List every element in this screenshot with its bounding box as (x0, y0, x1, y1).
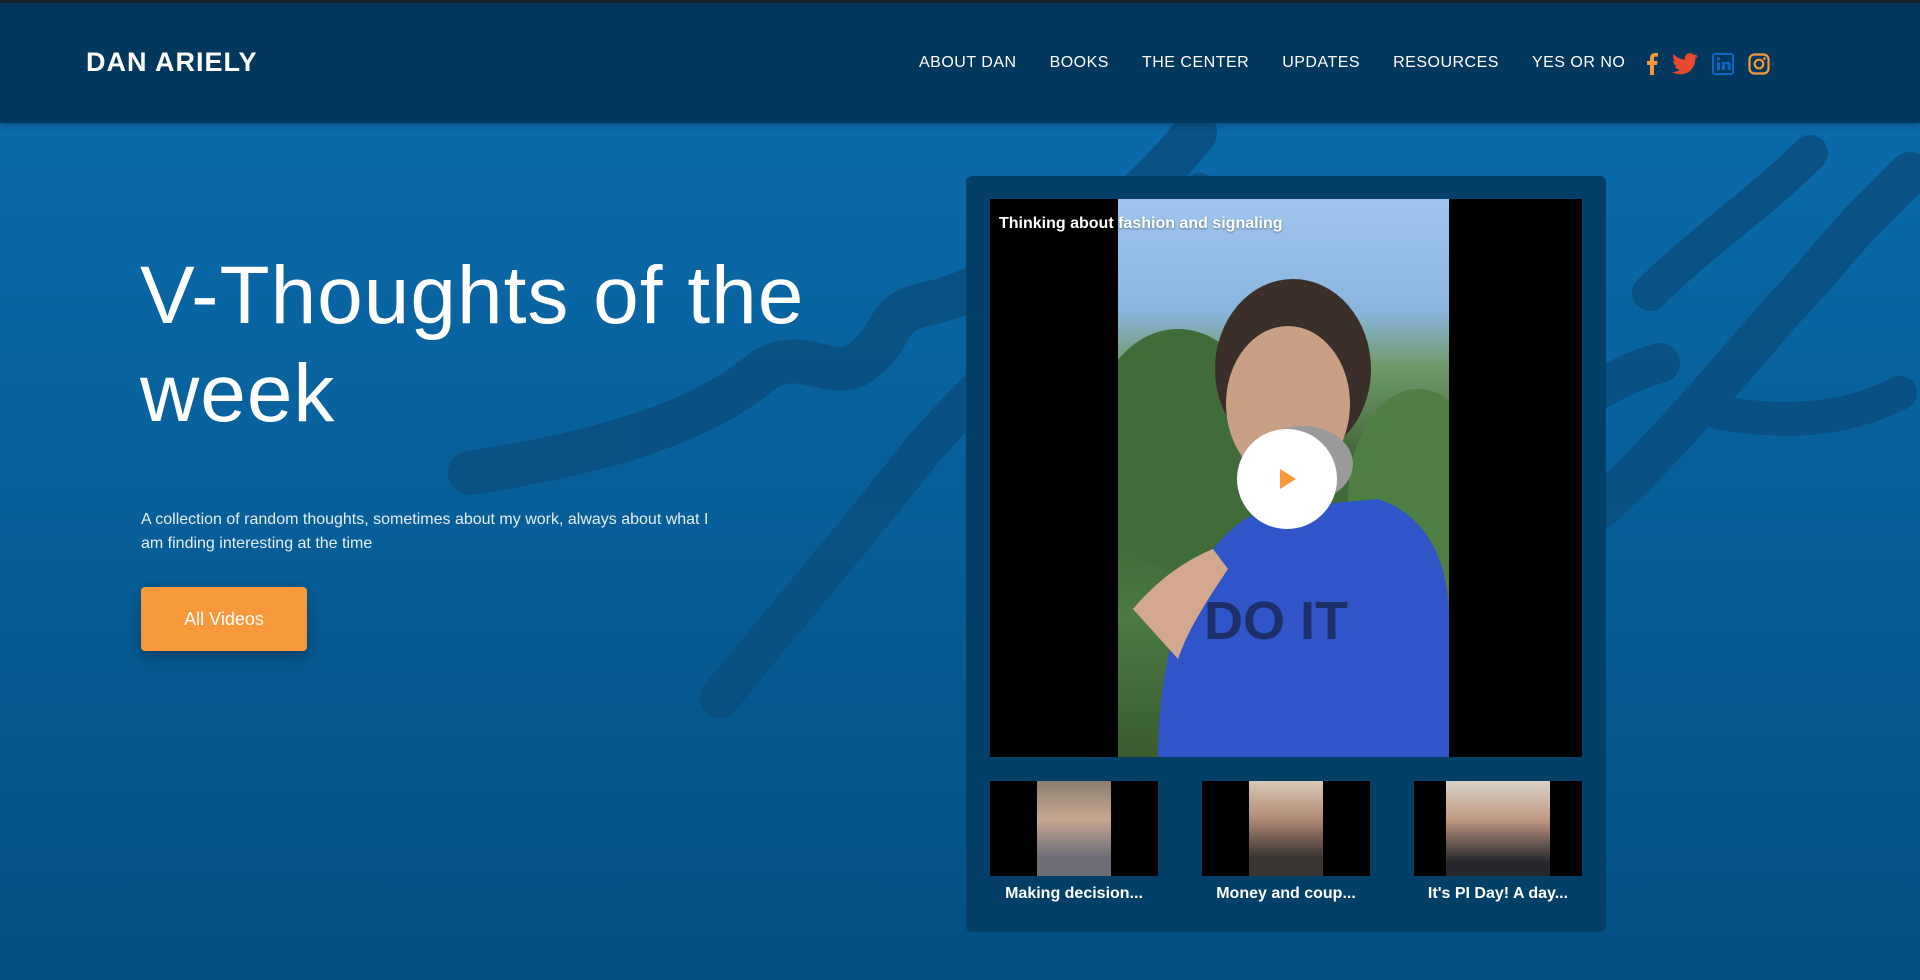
hero-description: A collection of random thoughts, sometim… (141, 511, 709, 552)
thumbnail-item[interactable]: Making decision... (990, 781, 1158, 903)
nav-resources[interactable]: RESOURCES (1393, 54, 1499, 72)
thumbnail-caption: Money and coup... (1216, 885, 1356, 902)
facebook-icon[interactable] (1646, 53, 1658, 75)
nav-yes-or-no[interactable]: YES OR NO (1532, 54, 1625, 72)
video-panel: DO IT Thinking about fashion and signali… (966, 176, 1606, 932)
nav-updates[interactable]: UPDATES (1282, 54, 1360, 72)
thumbnail-item[interactable]: Money and coup... (1202, 781, 1370, 903)
instagram-icon[interactable] (1748, 53, 1770, 75)
thumbnail-image (1202, 781, 1370, 876)
play-icon (1280, 469, 1296, 489)
hero-section: V-Thoughts of the week A collection of r… (0, 123, 1920, 980)
main-video-player[interactable]: DO IT Thinking about fashion and signali… (990, 199, 1582, 757)
thumbnail-image (990, 781, 1158, 876)
social-links (1646, 53, 1770, 75)
play-button[interactable] (1237, 429, 1337, 529)
nav-about-dan[interactable]: ABOUT DAN (919, 54, 1017, 72)
site-header: DAN ARIELY ABOUT DAN BOOKS THE CENTER UP… (0, 3, 1920, 123)
main-nav: ABOUT DAN BOOKS THE CENTER UPDATES RESOU… (919, 54, 1658, 72)
shirt-text: DO IT (1204, 591, 1348, 651)
linkedin-icon[interactable] (1712, 53, 1734, 75)
nav-books[interactable]: BOOKS (1050, 54, 1109, 72)
thumbnail-image (1414, 781, 1582, 876)
video-title: Thinking about fashion and signaling (999, 215, 1283, 232)
all-videos-button[interactable]: All Videos (141, 587, 307, 651)
nav-the-center[interactable]: THE CENTER (1142, 54, 1249, 72)
site-logo[interactable]: DAN ARIELY (86, 47, 258, 78)
twitter-icon[interactable] (1672, 53, 1698, 75)
thumbnail-caption: It's PI Day! A day... (1427, 885, 1569, 902)
video-thumbnails: Making decision... Money and coup... It'… (990, 781, 1582, 911)
thumbnail-item[interactable]: It's PI Day! A day... (1414, 781, 1582, 903)
thumbnail-caption: Making decision... (1005, 885, 1143, 902)
page-title: V-Thoughts of the week (140, 250, 805, 439)
